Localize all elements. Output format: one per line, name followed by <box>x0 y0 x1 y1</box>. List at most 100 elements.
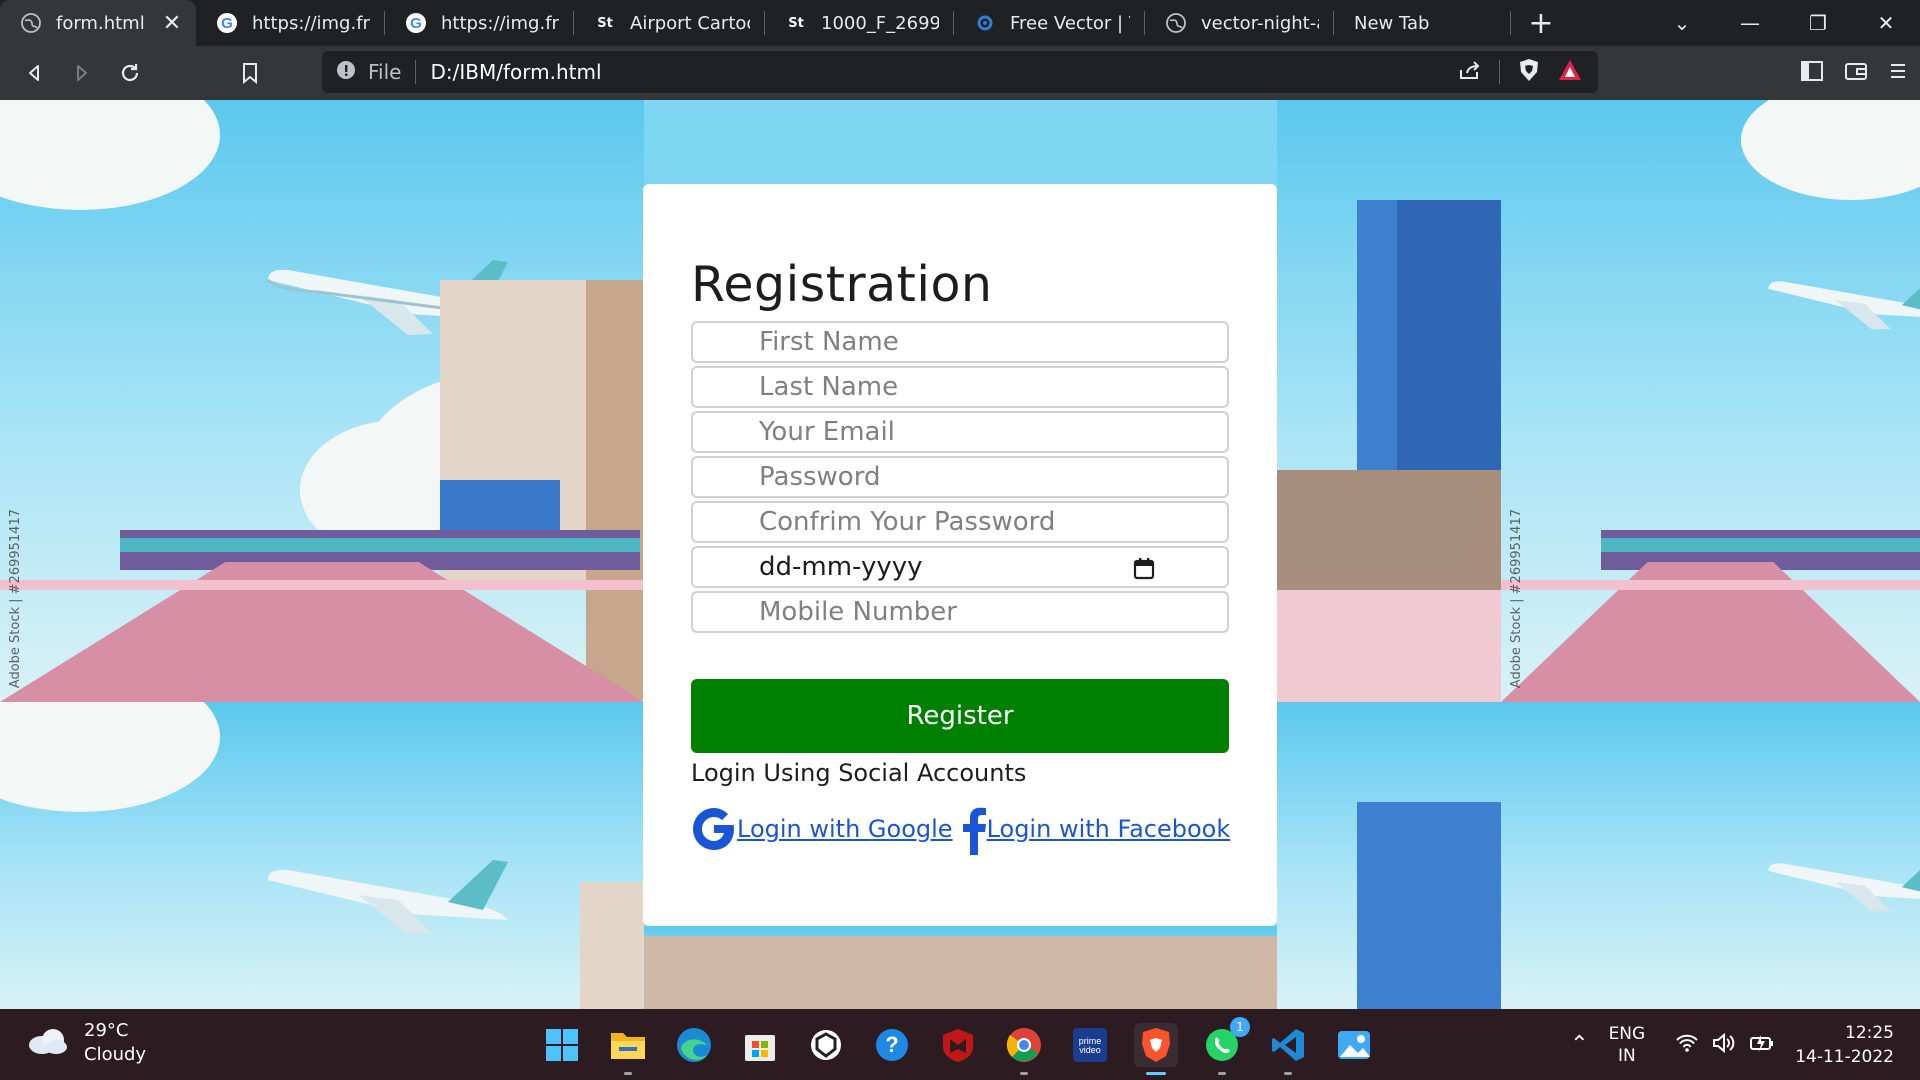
running-indicator <box>1218 1071 1226 1075</box>
language-indicator[interactable]: ENG IN <box>1609 1023 1646 1067</box>
battery-icon[interactable] <box>1749 1032 1775 1058</box>
restore-icon[interactable]: ❐ <box>1784 0 1852 46</box>
tab-1000-f[interactable]: St 1000_F_2699514 <box>765 0 953 46</box>
menu-icon[interactable] <box>1888 60 1908 86</box>
tab-img-freep-2[interactable]: G https://img.freep <box>385 0 573 46</box>
register-button[interactable]: Register <box>691 679 1229 753</box>
confirm-password-input[interactable]: Confrim Your Password <box>691 501 1229 543</box>
last-name-placeholder: Last Name <box>759 372 899 402</box>
date-input[interactable]: dd-mm-yyyy <box>691 546 1229 588</box>
running-indicator <box>1146 1071 1166 1075</box>
app-shield-icon[interactable] <box>804 1023 848 1067</box>
clock-time: 12:25 <box>1845 1022 1894 1043</box>
vscode-icon[interactable] <box>1266 1023 1310 1075</box>
tab-title: Airport Cartoon I <box>630 12 750 34</box>
tab-strip: form.html ✕ G https://img.freep G https:… <box>0 0 1920 46</box>
forward-icon[interactable] <box>58 49 106 97</box>
back-icon[interactable] <box>10 49 58 97</box>
password-placeholder: Password <box>759 462 881 492</box>
sidebar-icon[interactable] <box>1800 60 1824 86</box>
brave-rewards-icon[interactable] <box>1558 59 1582 86</box>
tab-vector-night-airport[interactable]: vector-night-airp <box>1145 0 1333 46</box>
background-illustration <box>1501 702 1920 1009</box>
close-tab-icon[interactable]: ✕ <box>162 11 182 36</box>
omnibox-actions <box>1459 51 1582 93</box>
calendar-icon[interactable] <box>1133 557 1155 588</box>
windows-taskbar: 29°C Cloudy ? prime video 1 ⌃ ENG IN 12:… <box>0 1009 1920 1080</box>
prime-video-icon[interactable]: prime video <box>1068 1023 1112 1067</box>
stock-icon: St <box>788 15 804 31</box>
clock[interactable]: 12:25 14-11-2022 <box>1795 1021 1894 1069</box>
tab-title: New Tab <box>1354 12 1430 34</box>
info-icon[interactable] <box>336 60 356 85</box>
chrome-icon[interactable] <box>1002 1023 1046 1075</box>
tab-separator <box>1510 11 1511 35</box>
wallet-icon[interactable] <box>1844 60 1868 86</box>
tab-form-html[interactable]: form.html ✕ <box>0 0 196 46</box>
first-name-input[interactable]: First Name <box>691 321 1229 363</box>
login-with-google-link[interactable]: Login with Google <box>737 815 953 843</box>
brave-shield-icon[interactable] <box>1518 58 1540 87</box>
bookmark-icon[interactable] <box>226 49 274 97</box>
background-illustration: Adobe Stock | #269951417 <box>0 100 644 702</box>
mobile-number-input[interactable]: Mobile Number <box>691 591 1229 633</box>
social-login-heading: Login Using Social Accounts <box>691 759 1027 787</box>
svg-text:?: ? <box>885 1032 898 1057</box>
weather-widget[interactable]: 29°C Cloudy <box>26 1019 146 1067</box>
chevron-up-icon[interactable]: ⌃ <box>1570 1032 1588 1057</box>
share-icon[interactable] <box>1459 60 1481 85</box>
email-input[interactable]: Your Email <box>691 411 1229 453</box>
background-illustration <box>0 702 644 1009</box>
tab-img-freep-1[interactable]: G https://img.freep <box>196 0 384 46</box>
facebook-logo-icon[interactable] <box>961 803 987 855</box>
new-tab-plus-icon[interactable]: + <box>1521 3 1561 43</box>
volume-icon[interactable] <box>1711 1032 1737 1058</box>
airplane-icon <box>1768 863 1920 912</box>
brave-browser-icon[interactable] <box>1134 1022 1178 1075</box>
tab-new-tab[interactable]: New Tab <box>1334 0 1510 46</box>
globe-icon <box>20 12 42 34</box>
help-icon[interactable]: ? <box>870 1023 914 1067</box>
tab-airport-cartoon[interactable]: St Airport Cartoon I <box>574 0 764 46</box>
close-window-icon[interactable]: ✕ <box>1852 0 1920 46</box>
background-illustration: Adobe Stock | #269951417 <box>1501 100 1920 702</box>
tab-free-vector[interactable]: Free Vector | Vec <box>954 0 1144 46</box>
windows-start-icon[interactable] <box>540 1023 584 1067</box>
globe-icon <box>1165 12 1187 34</box>
minimize-icon[interactable]: — <box>1716 0 1784 46</box>
system-tray: ⌃ ENG IN 12:25 14-11-2022 <box>1570 1009 1920 1080</box>
chevron-down-icon[interactable]: ⌄ <box>1648 0 1716 46</box>
svg-text:G: G <box>221 15 233 32</box>
taskbar-apps: ? prime video 1 <box>540 1009 1376 1080</box>
whatsapp-icon[interactable]: 1 <box>1200 1016 1250 1075</box>
password-input[interactable]: Password <box>691 456 1229 498</box>
airplane-icon <box>268 860 508 935</box>
last-name-input[interactable]: Last Name <box>691 366 1229 408</box>
google-icon: G <box>216 12 238 34</box>
photos-icon[interactable] <box>1332 1023 1376 1067</box>
background-illustration <box>1277 702 1501 1009</box>
tab-title: https://img.freep <box>252 12 370 34</box>
mcafee-icon[interactable] <box>936 1023 980 1067</box>
wifi-icon[interactable] <box>1675 1033 1699 1057</box>
social-login-row: Login with Google Login with Facebook <box>691 803 1231 855</box>
mobile-placeholder: Mobile Number <box>759 597 957 627</box>
divider <box>1499 60 1500 84</box>
language-line1: ENG <box>1608 1023 1646 1044</box>
toolbar-right-tools <box>1800 46 1908 100</box>
running-indicator <box>1020 1071 1028 1075</box>
reload-icon[interactable] <box>106 49 154 97</box>
running-indicator <box>1284 1071 1292 1075</box>
page-viewport: Adobe Stock | #269951417 Adobe Stock | #… <box>0 100 1920 1009</box>
date-placeholder: dd-mm-yyyy <box>759 552 923 582</box>
google-icon: G <box>405 12 427 34</box>
url-text[interactable]: D:/IBM/form.html <box>430 60 601 84</box>
stock-icon: St <box>597 15 613 31</box>
login-with-facebook-link[interactable]: Login with Facebook <box>987 815 1231 843</box>
confirm-password-placeholder: Confrim Your Password <box>759 507 1056 537</box>
google-logo-icon[interactable] <box>691 804 737 854</box>
file-explorer-icon[interactable] <box>606 1023 650 1075</box>
microsoft-store-icon[interactable] <box>738 1023 782 1067</box>
edge-browser-icon[interactable] <box>672 1023 716 1067</box>
address-bar[interactable]: File D:/IBM/form.html <box>322 51 1598 93</box>
